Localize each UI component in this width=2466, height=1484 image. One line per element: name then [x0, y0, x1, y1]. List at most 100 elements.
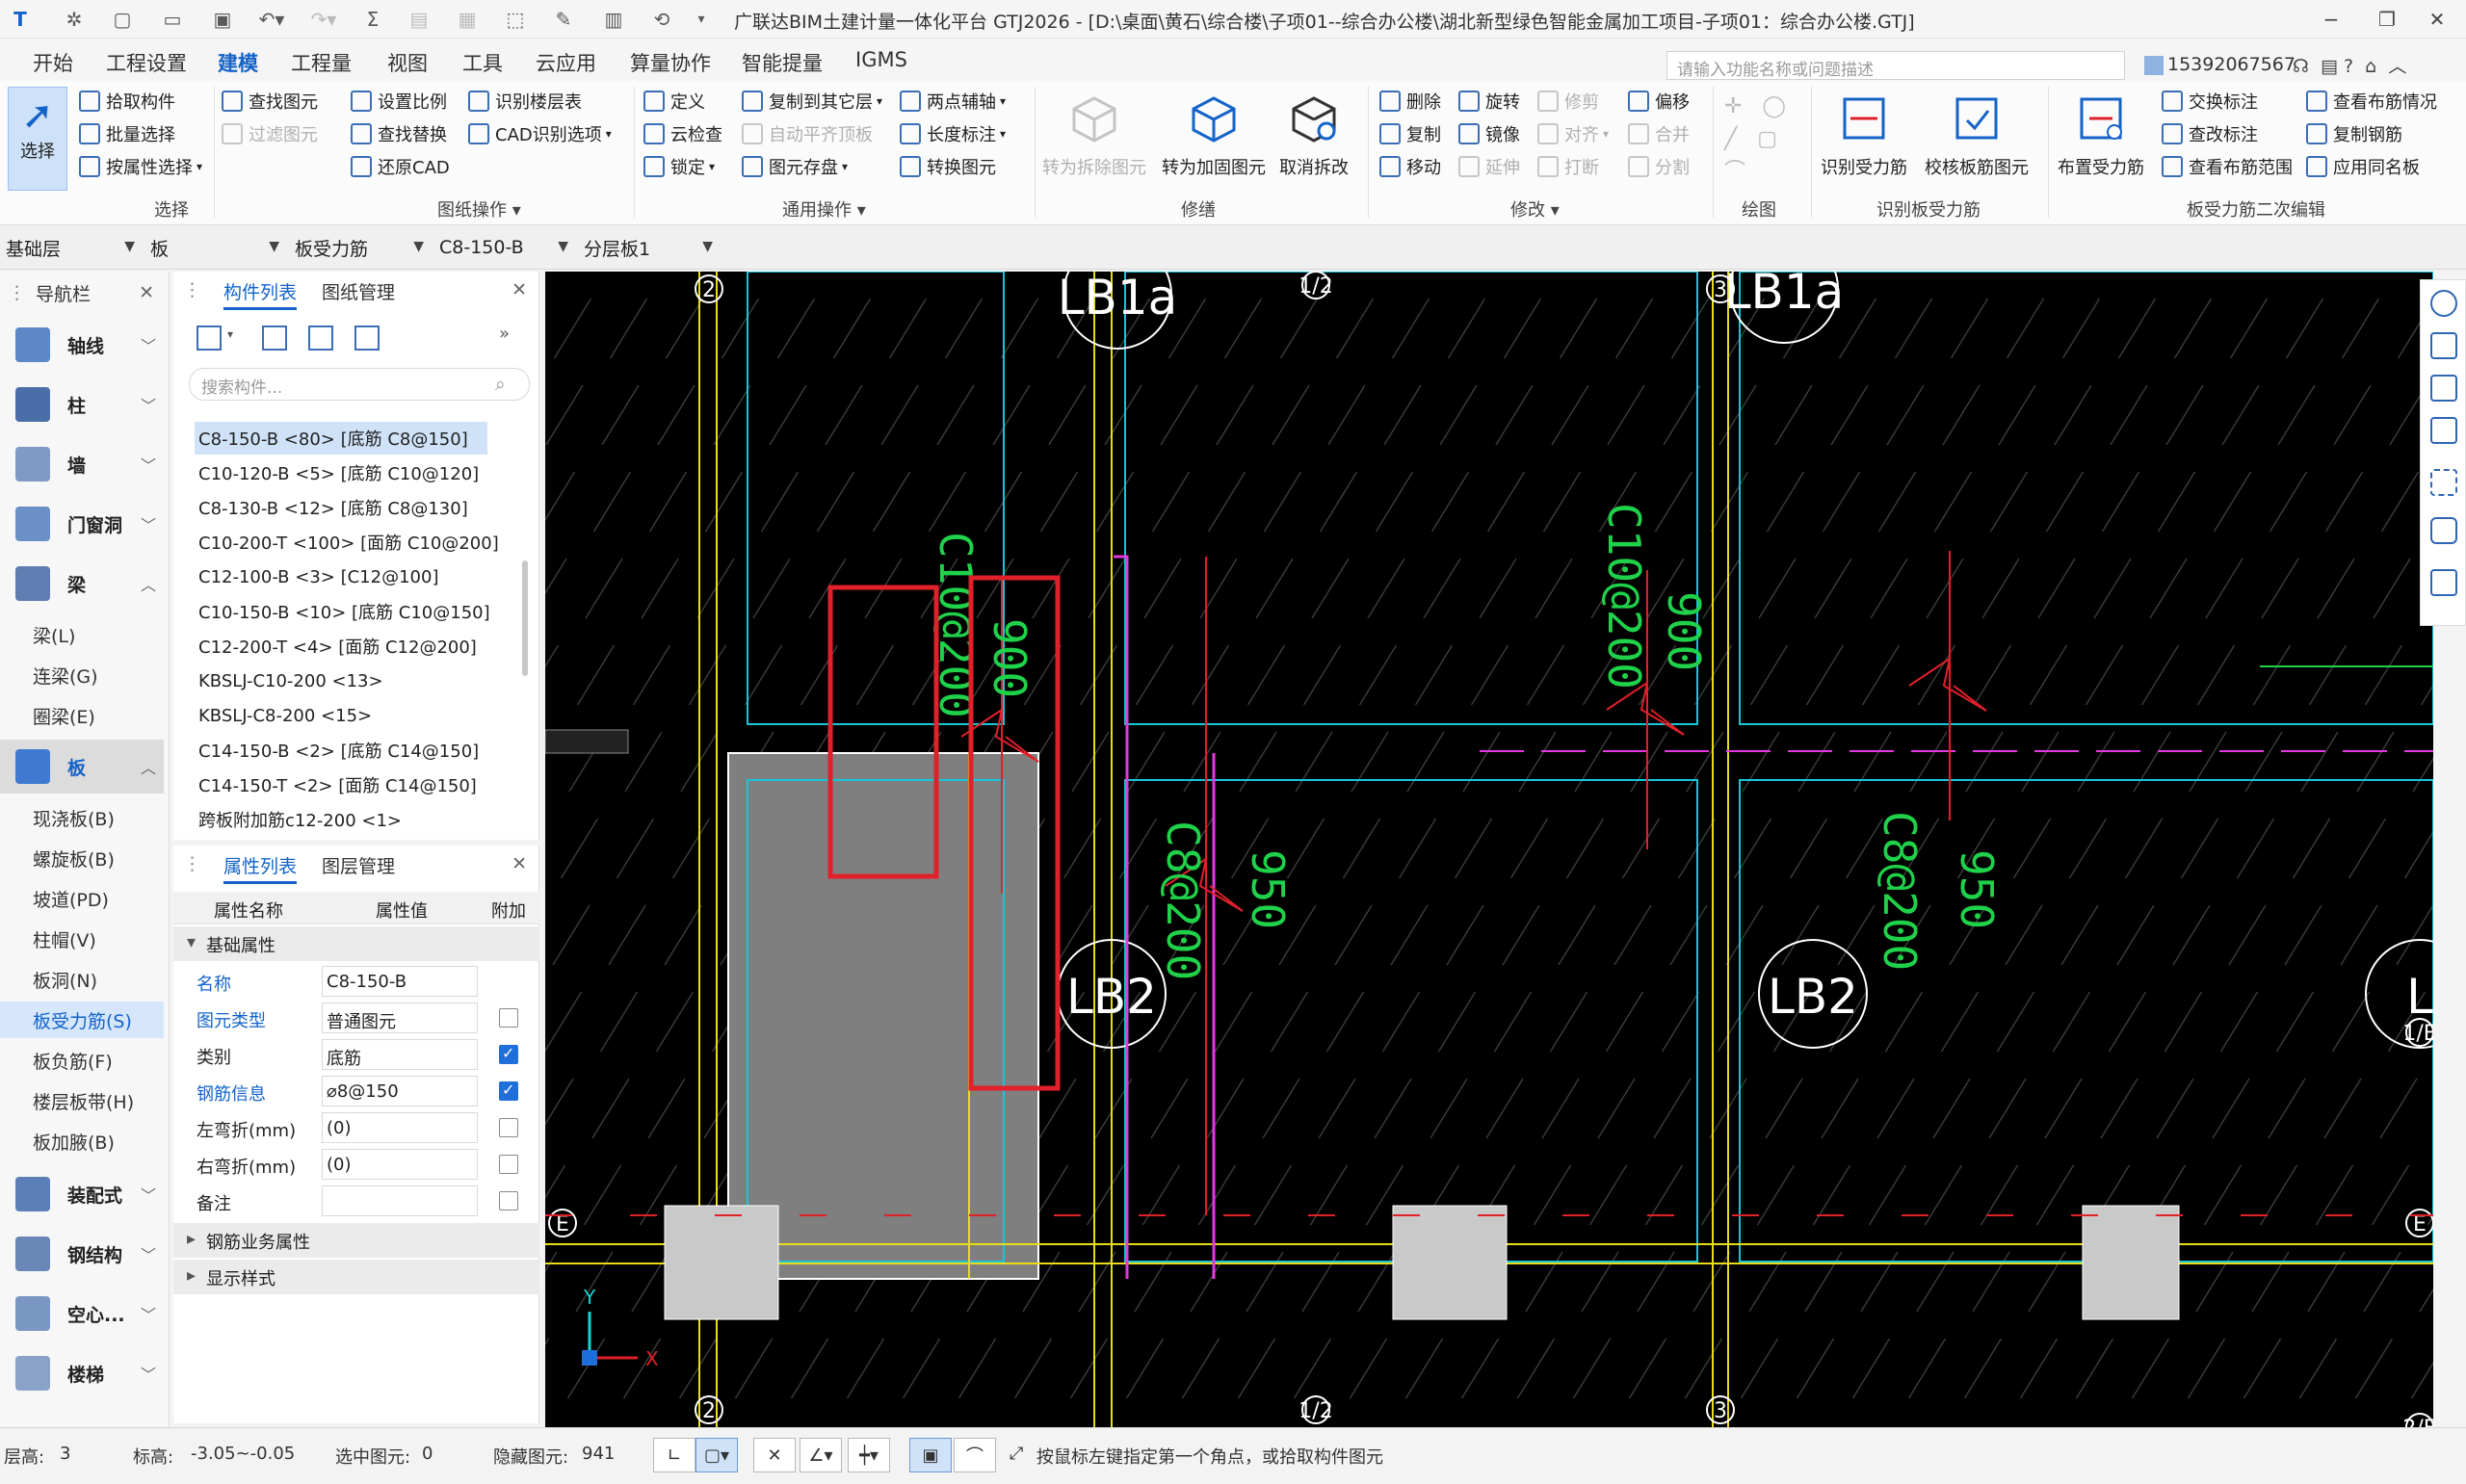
- tab-start[interactable]: 开始: [33, 48, 73, 77]
- additional-checkbox[interactable]: [499, 1118, 518, 1137]
- nav-item-beam[interactable]: 梁(L): [0, 616, 164, 653]
- component-select[interactable]: C8-150-B ▼: [435, 233, 574, 262]
- nav-item-cast-slab[interactable]: 现浇板(B): [0, 799, 164, 836]
- list-item[interactable]: C14-150-T <2> [面筋 C14@150]: [195, 768, 477, 801]
- rotate-button[interactable]: 旋转: [1458, 87, 1520, 116]
- save-element-button[interactable]: 图元存盘 ▾: [742, 152, 848, 181]
- convert-element-button[interactable]: 转换图元: [900, 152, 996, 181]
- lock-button[interactable]: 锁定 ▾: [643, 152, 715, 181]
- circle-icon[interactable]: ◯: [1762, 94, 1786, 118]
- property-group-display-style[interactable]: ▸ 显示样式: [173, 1260, 539, 1294]
- restore-icon[interactable]: ❐: [2368, 4, 2406, 35]
- copy-rebar-button[interactable]: 复制钢筋: [2306, 119, 2402, 148]
- undo-icon[interactable]: ↶▾: [252, 6, 291, 33]
- tab-project-settings[interactable]: 工程设置: [106, 48, 187, 77]
- mirror-button[interactable]: 镜像: [1458, 119, 1520, 148]
- edit-label-button[interactable]: 查改标注: [2162, 119, 2258, 148]
- tab-modeling[interactable]: 建模: [216, 48, 260, 87]
- view-rebar-status-button[interactable]: 查看布筋情况: [2306, 87, 2437, 116]
- view-rebar-range-button[interactable]: 查看布筋范围: [2162, 152, 2293, 181]
- nav-category-hollow[interactable]: 空心... ﹀: [0, 1287, 164, 1341]
- open-folder-icon[interactable]: ▭: [158, 6, 187, 33]
- nav-item-slab-rebar[interactable]: 板受力筋(S): [0, 1002, 164, 1038]
- nav-item-negative-rebar[interactable]: 板负筋(F): [0, 1042, 164, 1079]
- help-icon[interactable]: ?: [2344, 56, 2353, 77]
- list-item[interactable]: C8-150-B <80> [底筋 C8@150]: [195, 422, 487, 455]
- close-icon[interactable]: ✕: [139, 282, 154, 303]
- element-subtype-select[interactable]: 板受力筋 ▼: [291, 233, 430, 262]
- nav-category-beam[interactable]: 梁 ︿: [0, 557, 164, 611]
- property-value-input[interactable]: (0): [322, 1149, 478, 1180]
- identify-rebar-button[interactable]: 识别受力筋: [1821, 87, 1907, 179]
- cross-select-icon[interactable]: ✕: [753, 1438, 796, 1472]
- element-type-select[interactable]: 板 ▼: [146, 233, 285, 262]
- more-icon[interactable]: »: [499, 324, 510, 344]
- identify-floor-table-button[interactable]: 识别楼层表: [468, 87, 582, 116]
- property-value-input[interactable]: 底筋: [322, 1039, 478, 1070]
- save-icon[interactable]: ▣: [208, 6, 237, 33]
- sum-icon[interactable]: Σ: [358, 6, 387, 33]
- additional-checkbox[interactable]: [499, 1191, 518, 1211]
- copy-to-other-floor-button[interactable]: 复制到其它层 ▾: [742, 87, 882, 116]
- tab-collaboration[interactable]: 算量协作: [630, 48, 711, 77]
- place-rebar-button[interactable]: 布置受力筋: [2058, 87, 2144, 179]
- tab-layer-management[interactable]: 图层管理: [322, 846, 395, 884]
- snap-icon[interactable]: ┿▾: [848, 1438, 890, 1472]
- view-top-icon[interactable]: [2430, 375, 2457, 402]
- check-slab-rebar-button[interactable]: 校核板筋图元: [1925, 87, 2029, 179]
- arc-mode-icon[interactable]: ⌒: [954, 1438, 996, 1472]
- nav-item-column-cap[interactable]: 柱帽(V): [0, 921, 164, 957]
- list-item[interactable]: C12-100-B <3> [C12@100]: [195, 560, 438, 593]
- split-button[interactable]: 分割: [1628, 152, 1690, 181]
- new-file-icon[interactable]: ▢: [108, 6, 137, 33]
- select-button[interactable]: ➚ 选择: [8, 87, 67, 191]
- tab-igms[interactable]: IGMS: [855, 48, 907, 71]
- view-cube-icon[interactable]: [2430, 417, 2457, 444]
- filter-element-button[interactable]: 过滤图元: [222, 119, 318, 148]
- list-item[interactable]: KBSLJ-C10-200 <13>: [195, 664, 383, 697]
- pick-component-button[interactable]: 拾取构件: [79, 87, 175, 116]
- shirt-icon[interactable]: ⌂: [2365, 56, 2376, 77]
- trim-button[interactable]: 修剪: [1537, 87, 1599, 116]
- refresh-icon[interactable]: ⟲: [647, 6, 676, 33]
- delete-button[interactable]: 删除: [1379, 87, 1441, 116]
- nav-category-wall[interactable]: 墙 ﹀: [0, 437, 164, 491]
- layer-copy-icon[interactable]: [354, 325, 380, 351]
- line-icon[interactable]: ╱: [1724, 127, 1737, 151]
- function-search-input[interactable]: 请输入功能名称或问题描述: [1666, 51, 2125, 80]
- close-icon[interactable]: ✕: [512, 279, 527, 300]
- move-button[interactable]: 移动: [1379, 152, 1441, 181]
- view-3d-icon[interactable]: [2430, 332, 2457, 359]
- batch-select-button[interactable]: 批量选择: [79, 119, 175, 148]
- list-item[interactable]: C10-200-T <100> [面筋 C10@200]: [195, 526, 499, 559]
- tab-cloud[interactable]: 云应用: [536, 48, 596, 77]
- additional-checkbox[interactable]: [499, 1155, 518, 1174]
- new-component-icon[interactable]: [197, 325, 222, 351]
- tab-component-list[interactable]: 构件列表: [223, 272, 298, 310]
- set-scale-button[interactable]: 设置比例: [351, 87, 447, 116]
- customize-icon[interactable]: ▾: [690, 6, 713, 33]
- redo-icon[interactable]: ↷▾: [304, 6, 343, 33]
- auto-align-top-button[interactable]: 自动平齐顶板: [742, 119, 873, 148]
- minimize-icon[interactable]: −: [2312, 4, 2350, 35]
- nav-item-ring-beam[interactable]: 圈梁(E): [0, 697, 164, 734]
- cad-overlay[interactable]: 21/23EE1/E21/232/ELB1aLB1aLB2LB2LC10@200…: [545, 272, 2433, 1427]
- cad-options-button[interactable]: CAD识别选项 ▾: [468, 119, 612, 148]
- orbit-icon[interactable]: [2430, 290, 2457, 317]
- pin-icon[interactable]: ⋮: [183, 279, 201, 300]
- property-value-input[interactable]: (0): [322, 1112, 478, 1143]
- copy-button[interactable]: 复制: [1379, 119, 1441, 148]
- property-value-input[interactable]: ⌀8@150: [322, 1076, 478, 1106]
- report-icon[interactable]: ▤: [405, 6, 433, 33]
- list-item[interactable]: C10-120-B <5> [底筋 C10@120]: [195, 456, 479, 489]
- align-button[interactable]: 对齐 ▾: [1537, 119, 1609, 148]
- nav-item-slab-hole[interactable]: 板洞(N): [0, 961, 164, 998]
- define-button[interactable]: 定义: [643, 87, 705, 116]
- arc-icon[interactable]: ⌒: [1724, 160, 1745, 184]
- chevron-down-icon[interactable]: ▾: [227, 327, 233, 341]
- grid-icon[interactable]: ▦: [453, 6, 482, 33]
- dynamic-input-icon[interactable]: ▣: [909, 1438, 952, 1472]
- component-search-input[interactable]: 搜索构件...: [189, 368, 530, 401]
- property-value-input[interactable]: 普通图元: [322, 1002, 478, 1033]
- convert-reinforce-button[interactable]: 转为加固图元: [1162, 87, 1266, 179]
